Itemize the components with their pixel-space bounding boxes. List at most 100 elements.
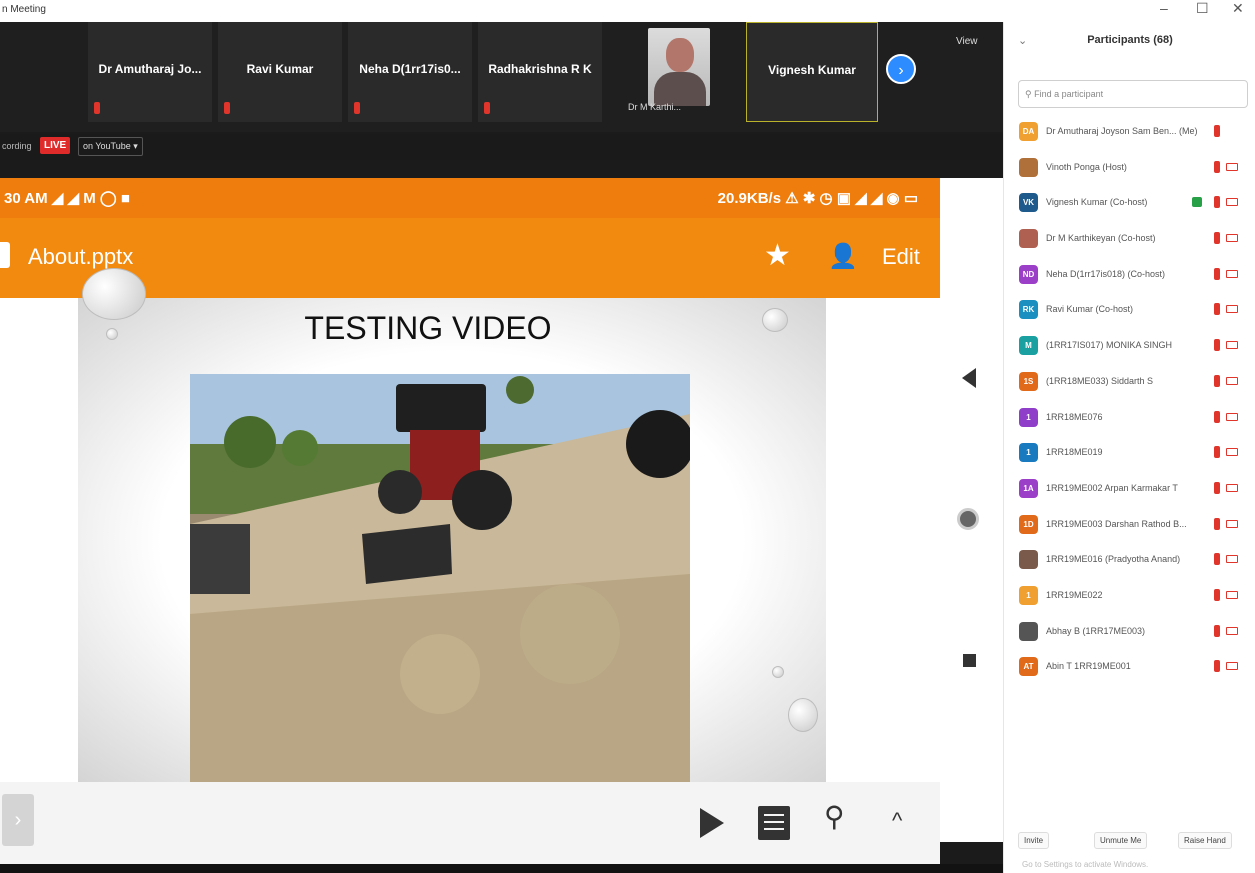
participant-name: Vignesh Kumar (Co-host) [1046, 197, 1148, 208]
participant-row[interactable]: 1 1RR18ME019 [1004, 437, 1255, 473]
droplet-decoration [788, 698, 818, 732]
participant-row[interactable]: RK Ravi Kumar (Co-host) [1004, 294, 1255, 330]
meeting-area: Dr Amutharaj Jo... Ravi Kumar Neha D(1rr… [0, 22, 1003, 873]
video-tile[interactable]: Dr M Karthi... [628, 22, 718, 122]
participant-initials-avatar: 1 [1019, 443, 1038, 463]
participant-initials-avatar: AT [1019, 657, 1038, 677]
tile-participant-name: Neha D(1rr17is0... [359, 62, 461, 76]
participant-row[interactable]: M (1RR17IS017) MONIKA SINGH [1004, 330, 1255, 366]
embedded-video[interactable] [190, 374, 690, 784]
participant-row[interactable]: ND Neha D(1rr17is018) (Co-host) [1004, 259, 1255, 295]
mic-muted-icon [224, 102, 230, 114]
video-off-icon [1226, 555, 1238, 564]
participant-search-input[interactable]: ⚲ Find a participant [1018, 80, 1248, 108]
participant-name: 1RR19ME003 Darshan Rathod B... [1046, 518, 1187, 529]
meeting-bottom-bar [0, 864, 1003, 873]
status-icons: ◢ ◢ M ◯ ■ [51, 190, 130, 207]
participant-name: (1RR18ME033) Siddarth S [1046, 375, 1154, 386]
participant-row[interactable]: Dr M Karthikeyan (Co-host) [1004, 223, 1255, 259]
participant-name: 1RR19ME002 Arpan Karmakar T [1046, 482, 1178, 493]
participant-row[interactable]: 1A 1RR19ME002 Arpan Karmakar T [1004, 473, 1255, 509]
binoculars-icon[interactable]: ⚲ [824, 800, 845, 833]
mic-muted-icon [1214, 339, 1220, 352]
nav-home-icon[interactable] [957, 508, 979, 530]
minimize-button[interactable]: – [1160, 0, 1168, 16]
participant-name: Dr M Karthikeyan (Co-host) [1046, 233, 1156, 244]
mic-muted-icon [1214, 553, 1220, 566]
participant-row[interactable]: Vinoth Ponga (Host) [1004, 152, 1255, 188]
video-tile-active-speaker[interactable]: Vignesh Kumar [746, 22, 878, 122]
play-icon[interactable] [700, 808, 724, 838]
close-button[interactable]: ✕ [1232, 0, 1244, 17]
video-off-icon [1226, 448, 1238, 457]
status-right-icons: 20.9KB/s ⚠ ✱ ◷ ▣ ◢ ◢ ◉ ▭ [717, 190, 918, 207]
participant-name: Ravi Kumar (Co-host) [1046, 304, 1134, 315]
tile-participant-name: Dr Amutharaj Jo... [98, 62, 202, 76]
video-off-icon [1226, 162, 1238, 171]
phone-status-bar: 30 AM ◢ ◢ M ◯ ■ 20.9KB/s ⚠ ✱ ◷ ▣ ◢ ◢ ◉ ▭ [0, 178, 940, 218]
participant-row[interactable]: 1S (1RR18ME033) Siddarth S [1004, 366, 1255, 402]
participant-row[interactable]: AT Abin T 1RR19ME001 [1004, 651, 1255, 687]
mic-muted-icon [1214, 624, 1220, 637]
title-bar: n Meeting – ☐ ✕ [0, 0, 1255, 22]
video-tile[interactable]: Dr Amutharaj Jo... [88, 22, 212, 122]
participant-initials-avatar: ND [1019, 264, 1038, 284]
participant-list: DA Dr Amutharaj Joyson Sam Ben... (Me) Vin… [1004, 116, 1255, 687]
tile-participant-name: Vignesh Kumar [768, 63, 856, 77]
participant-row[interactable]: 1D 1RR19ME003 Darshan Rathod B... [1004, 509, 1255, 545]
view-button[interactable]: View [956, 36, 978, 47]
edit-button[interactable]: Edit [882, 244, 920, 270]
shared-screen: 30 AM ◢ ◢ M ◯ ■ 20.9KB/s ⚠ ✱ ◷ ▣ ◢ ◢ ◉ ▭… [0, 178, 940, 864]
participant-row[interactable]: Abhay B (1RR17ME003) [1004, 616, 1255, 652]
back-icon[interactable] [0, 242, 10, 268]
video-tile[interactable]: Neha D(1rr17is0... [348, 22, 472, 122]
video-off-icon [1226, 412, 1238, 421]
video-tile[interactable]: Ravi Kumar [218, 22, 342, 122]
participant-name: 1RR19ME022 [1046, 589, 1103, 600]
participant-row[interactable]: 1 1RR18ME076 [1004, 402, 1255, 438]
chevron-left-icon: › [14, 809, 22, 831]
mic-muted-icon [1214, 517, 1220, 530]
zoom-meeting-window: n Meeting – ☐ ✕ Dr Amutharaj Jo... Ravi … [0, 0, 1255, 873]
participant-row[interactable]: 1 1RR19ME022 [1004, 580, 1255, 616]
notes-icon[interactable] [758, 806, 790, 840]
participant-initials-avatar: VK [1019, 193, 1038, 213]
mic-muted-icon [1214, 410, 1220, 423]
participant-initials-avatar: 1 [1019, 585, 1038, 605]
youtube-dropdown[interactable]: on YouTube ▾ [78, 137, 143, 156]
video-off-icon [1226, 376, 1238, 385]
video-off-icon [1226, 519, 1238, 528]
window-title: n Meeting [2, 4, 46, 15]
nav-recents-icon[interactable] [963, 654, 976, 667]
chevron-up-icon[interactable]: ^ [892, 808, 902, 834]
slide-area: TESTING VIDEO [0, 268, 940, 784]
participant-name: Dr Amutharaj Joyson Sam Ben... (Me) [1046, 126, 1198, 136]
star-icon[interactable]: ★ [764, 238, 791, 273]
next-page-button[interactable]: › [886, 54, 916, 84]
activation-watermark: Go to Settings to activate Windows. [1022, 860, 1149, 869]
participant-row[interactable]: 1RR19ME016 (Pradyotha Anand) [1004, 544, 1255, 580]
mic-muted-icon [484, 102, 490, 114]
participant-name: 1RR18ME019 [1046, 447, 1103, 458]
participant-row[interactable]: VK Vignesh Kumar (Co-host) [1004, 187, 1255, 223]
mic-muted-icon [1214, 232, 1220, 245]
nav-back-icon[interactable] [962, 368, 976, 388]
droplet-decoration [772, 666, 784, 678]
invite-button[interactable]: Invite [1018, 832, 1050, 849]
restore-button[interactable]: ☐ [1196, 0, 1209, 17]
participant-row[interactable]: DA Dr Amutharaj Joyson Sam Ben... (Me) [1004, 116, 1255, 152]
mic-muted-icon [1214, 267, 1220, 280]
video-tile[interactable]: Radhakrishna R K [478, 22, 602, 122]
tile-participant-name: Radhakrishna R K [488, 62, 592, 76]
raise-hand-button[interactable]: Raise Hand [1178, 832, 1232, 849]
previous-slide-button[interactable]: › [2, 794, 34, 846]
add-person-icon[interactable]: 👤 [828, 242, 858, 271]
unmute-me-button[interactable]: Unmute Me [1094, 832, 1148, 849]
mic-muted-icon [1214, 196, 1220, 209]
participant-photo-avatar [1019, 550, 1038, 570]
tractor-video-frame [190, 374, 690, 784]
video-off-icon [1226, 590, 1238, 599]
participant-name: Neha D(1rr17is018) (Co-host) [1046, 268, 1166, 279]
recording-label: cording [2, 141, 32, 151]
participant-initials-avatar: M [1019, 336, 1038, 356]
